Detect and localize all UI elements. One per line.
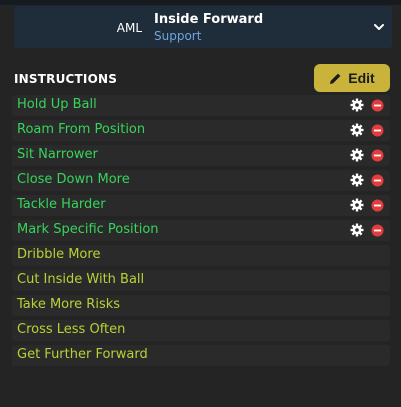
remove-circle-icon[interactable]: [371, 99, 384, 112]
instruction-label: Hold Up Ball: [17, 97, 97, 112]
role-position: AML: [116, 21, 142, 35]
instruction-row[interactable]: Tackle Harder: [12, 195, 390, 216]
instruction-label: Dribble More: [17, 247, 101, 262]
gear-icon[interactable]: [350, 123, 364, 137]
instruction-label: Take More Risks: [17, 297, 121, 312]
instruction-row[interactable]: Mark Specific Position: [12, 220, 390, 241]
instruction-row[interactable]: Get Further Forward: [12, 345, 390, 366]
role-duty: Support: [154, 29, 202, 43]
remove-circle-icon[interactable]: [371, 224, 384, 237]
remove-circle-icon[interactable]: [371, 149, 384, 162]
role-selector[interactable]: AML Inside Forward Support: [14, 6, 392, 48]
top-divider: [0, 0, 401, 5]
role-name: Inside Forward: [154, 12, 264, 27]
remove-circle-icon[interactable]: [371, 174, 384, 187]
instruction-label: Tackle Harder: [17, 197, 106, 212]
remove-circle-icon[interactable]: [371, 124, 384, 137]
instruction-row[interactable]: Close Down More: [12, 170, 390, 191]
instruction-label: Sit Narrower: [17, 147, 98, 162]
edit-button-label: Edit: [348, 70, 375, 86]
instruction-label: Get Further Forward: [17, 347, 148, 362]
instruction-label: Cross Less Often: [17, 322, 126, 337]
instruction-row[interactable]: Cross Less Often: [12, 320, 390, 341]
instructions-heading: INSTRUCTIONS: [14, 72, 118, 86]
gear-icon[interactable]: [350, 148, 364, 162]
instruction-label: Close Down More: [17, 172, 130, 187]
instruction-row[interactable]: Dribble More: [12, 245, 390, 266]
instruction-row[interactable]: Take More Risks: [12, 295, 390, 316]
edit-button[interactable]: Edit: [314, 64, 390, 92]
instruction-row[interactable]: Sit Narrower: [12, 145, 390, 166]
instruction-label: Roam From Position: [17, 122, 146, 137]
instruction-label: Mark Specific Position: [17, 222, 159, 237]
pencil-icon: [330, 73, 341, 84]
instruction-row[interactable]: Roam From Position: [12, 120, 390, 141]
gear-icon[interactable]: [350, 173, 364, 187]
instruction-row[interactable]: Hold Up Ball: [12, 95, 390, 116]
remove-circle-icon[interactable]: [371, 199, 384, 212]
chevron-down-icon[interactable]: [372, 20, 386, 34]
instruction-label: Cut Inside With Ball: [17, 272, 145, 287]
gear-icon[interactable]: [350, 98, 364, 112]
gear-icon[interactable]: [350, 198, 364, 212]
instruction-row[interactable]: Cut Inside With Ball: [12, 270, 390, 291]
gear-icon[interactable]: [350, 223, 364, 237]
instructions-list: Hold Up Ball Roam From Position Sit Narrow…: [12, 95, 390, 370]
